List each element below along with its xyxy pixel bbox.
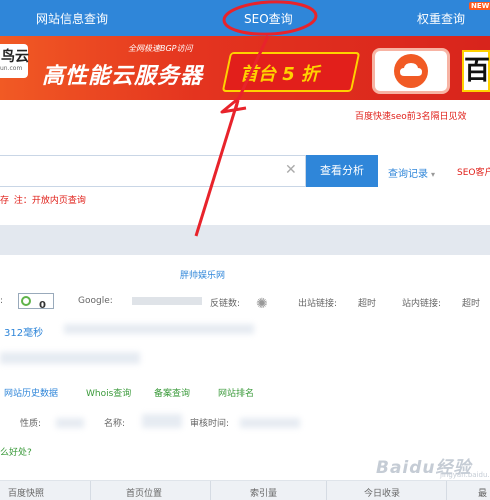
cloud-icon <box>394 54 428 88</box>
history-link[interactable]: 查询记录 ▾ <box>388 165 435 180</box>
pr-value: 0 <box>39 300 46 311</box>
tab-divider <box>90 481 91 500</box>
blurred-name <box>142 414 182 428</box>
faq-link[interactable]: 么好处? <box>0 445 32 458</box>
baidu-watermark: Baidu经验 jingyan.baidu.com <box>376 449 490 481</box>
link-icp[interactable]: 备案查询 <box>154 386 190 399</box>
tab-baidu-snapshot[interactable]: 百度快照 <box>8 486 44 499</box>
outbound-label: 出站链接: <box>298 299 338 309</box>
name-label: 名称: <box>104 419 126 429</box>
tab-divider <box>210 481 211 500</box>
loading-spinner-icon: ✺ <box>256 296 268 312</box>
domain-input[interactable] <box>0 155 306 187</box>
tab-divider <box>446 481 447 500</box>
nav-seo-query[interactable]: SEO查询 <box>244 10 293 27</box>
notice-prefix: 存 <box>0 196 10 206</box>
tab-more[interactable]: 最 <box>478 486 487 499</box>
internal-value: 超时 <box>462 299 481 309</box>
banner-logo-text: 鸟云 <box>1 49 29 65</box>
watermark-subtext: jingyan.baidu.com <box>440 471 490 479</box>
banner-right-char: 百 <box>462 50 490 92</box>
bottom-tabs: 百度快照 首页位置 索引量 今日收录 最 <box>0 480 490 500</box>
metric-colon: : <box>0 296 4 306</box>
new-badge: NEW <box>469 2 490 10</box>
google-label: Google: <box>78 296 113 306</box>
banner-logo-url: un.com <box>0 65 23 72</box>
google-value-blurred <box>132 297 202 305</box>
notice-text: 开放内页查询 <box>31 196 86 206</box>
banner-tagline: 全网极速BGP访问 <box>128 44 193 53</box>
ad-banner[interactable]: 鸟云 un.com 全网极速BGP访问 高性能云服务器 首台 5 折 百 <box>0 36 490 100</box>
notice-tag: 注： <box>13 196 32 206</box>
seo-ad-link[interactable]: 百度快速seo前3名隔日见效 <box>355 109 466 122</box>
history-label: 查询记录 <box>388 169 428 180</box>
nav-weight-query[interactable]: 权重查询 <box>417 10 465 27</box>
link-whois[interactable]: Whois查询 <box>86 386 131 399</box>
response-time: 312毫秒 <box>4 328 44 339</box>
banner-promo-text: 首台 5 折 <box>240 64 320 85</box>
blurred-location-text <box>0 352 140 364</box>
nav-website-info[interactable]: 网站信息查询 <box>36 10 108 27</box>
blurred-ip-text <box>64 324 254 334</box>
top-nav: 网站信息查询 SEO查询 权重查询 NEW <box>0 0 490 36</box>
metrics-row: : 0 Google: 反链数: ✺ 出站链接: 超时 站内链接: 超时 <box>0 290 490 312</box>
pr-circle-icon <box>21 296 31 306</box>
tab-today-indexed[interactable]: 今日收录 <box>364 486 400 499</box>
section-divider <box>0 225 490 255</box>
chevron-down-icon: ▾ <box>431 170 436 179</box>
seo-client-link[interactable]: SEO客户 <box>457 165 490 178</box>
blurred-review-time <box>240 418 300 428</box>
banner-headline: 高性能云服务器 <box>42 64 204 89</box>
link-rank[interactable]: 网站排名 <box>218 386 254 399</box>
query-bar: ✕ 查看分析 查询记录 ▾ SEO客户 <box>0 155 490 187</box>
backlinks-label: 反链数: <box>210 299 241 309</box>
nature-label: 性质: <box>20 419 42 429</box>
outbound-value: 超时 <box>358 299 377 309</box>
tab-divider <box>326 481 327 500</box>
analyze-button[interactable]: 查看分析 <box>306 155 378 187</box>
pr-badge: 0 <box>18 293 54 311</box>
notice-line: 存 注：开放内页查询 <box>0 193 86 206</box>
icp-info-row: 性质: 名称: 审核时间: <box>0 414 490 432</box>
clear-icon[interactable]: ✕ <box>285 162 297 178</box>
blurred-nature <box>56 418 84 428</box>
review-time-label: 审核时间: <box>190 419 230 429</box>
tab-homepage-position[interactable]: 首页位置 <box>126 486 162 499</box>
internal-label: 站内链接: <box>402 299 442 309</box>
tab-index-count[interactable]: 索引量 <box>250 486 277 499</box>
site-title[interactable]: 胖帅娱乐网 <box>180 268 225 281</box>
link-history[interactable]: 网站历史数据 <box>4 386 58 399</box>
speed-row: 312毫秒 <box>0 320 490 340</box>
tool-links: 网站历史数据 Whois查询 备案查询 网站排名 <box>0 386 490 402</box>
